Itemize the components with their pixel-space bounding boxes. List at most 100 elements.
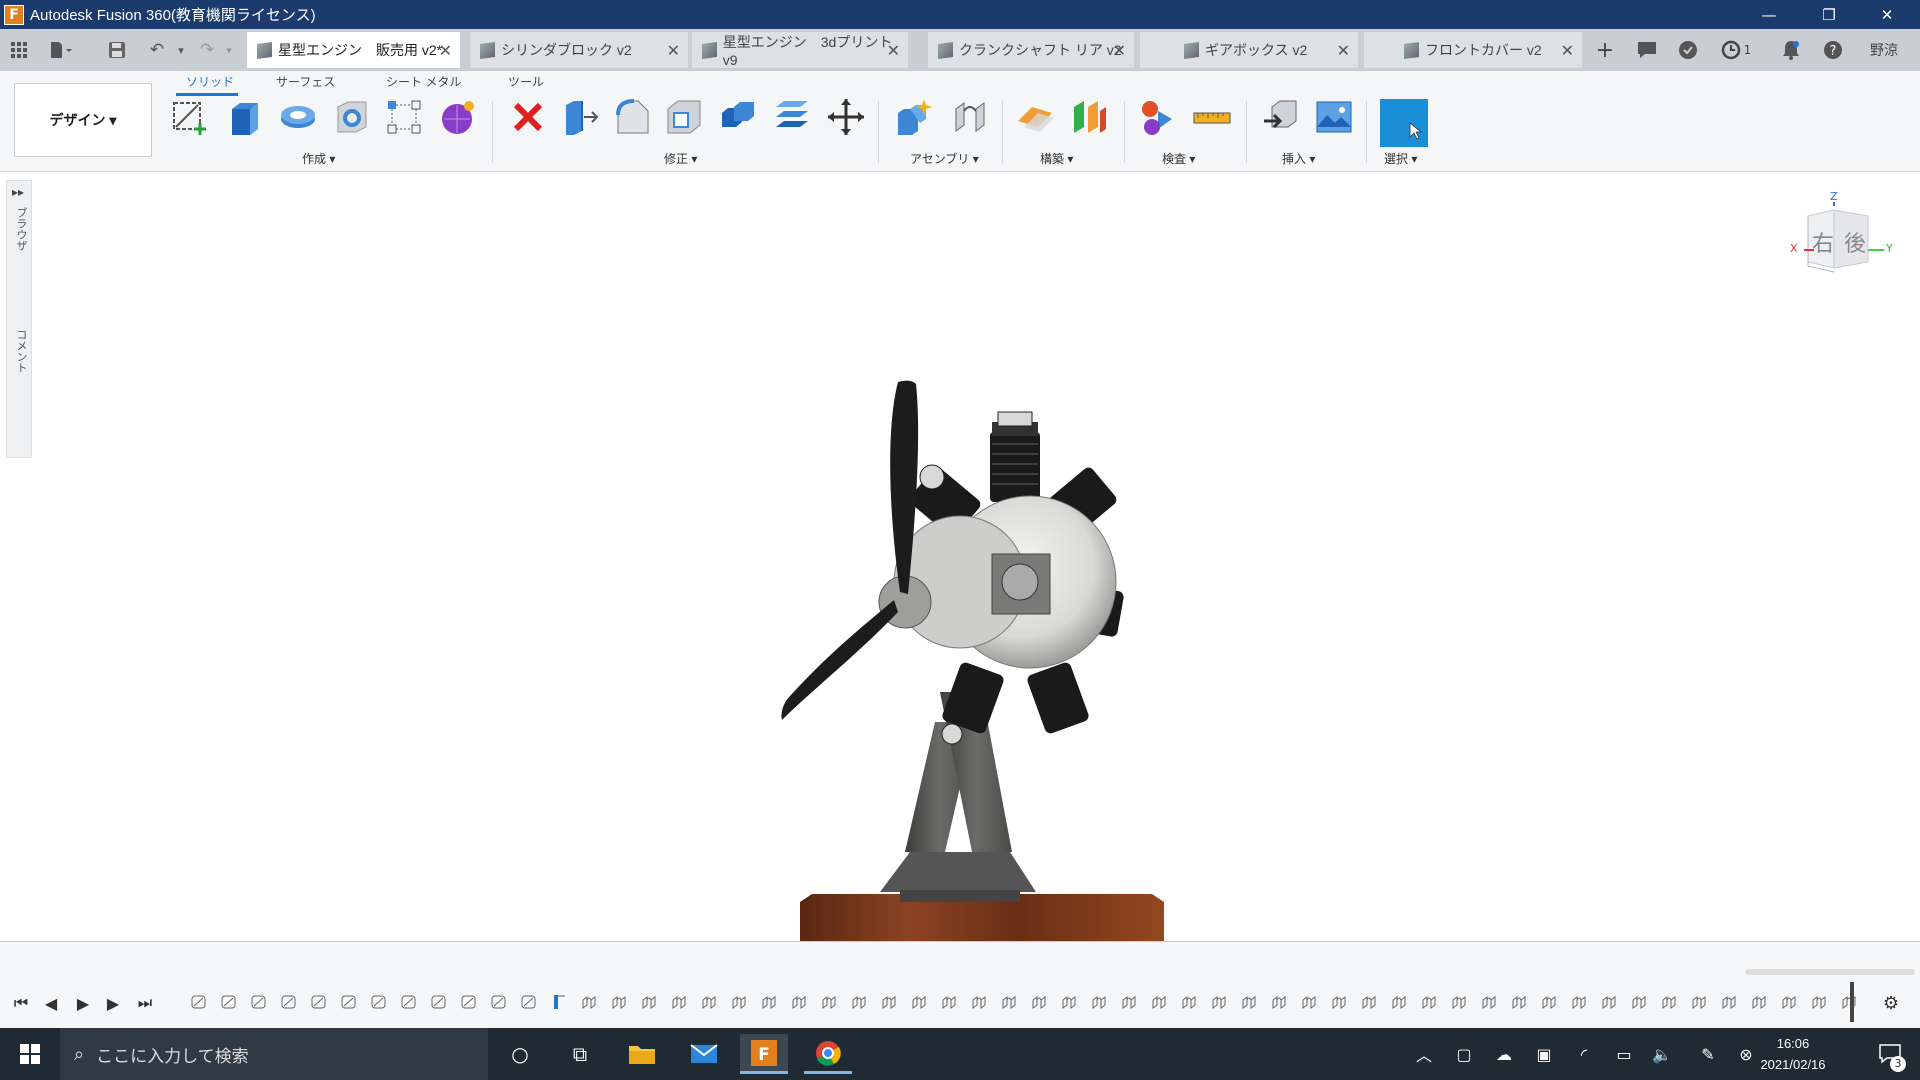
windows-start-icon[interactable]: [6, 1034, 54, 1074]
undo-dropdown-chevron-icon[interactable]: ▾: [168, 37, 194, 63]
tab-sheet-metal[interactable]: シート メタル: [386, 73, 461, 90]
timeline-feature-sketch-icon[interactable]: [248, 992, 270, 1012]
timeline-feature-joint-icon[interactable]: [878, 992, 900, 1012]
viewcube[interactable]: 右 後 X Y Z: [1790, 190, 1900, 290]
panel-expand-icon[interactable]: ▸▸: [12, 185, 24, 199]
select-tool-icon[interactable]: [1380, 99, 1428, 147]
pattern-icon[interactable]: [384, 97, 424, 137]
group-label-select[interactable]: 選択 ▾: [1384, 150, 1417, 167]
viewcube-face-right[interactable]: 右: [1812, 226, 1834, 258]
group-label-modify[interactable]: 修正 ▾: [664, 150, 697, 167]
battery-icon[interactable]: ▭: [1612, 1042, 1636, 1066]
timeline-feature-joint-icon[interactable]: [1148, 992, 1170, 1012]
timeline-feature-joint-icon[interactable]: [1628, 992, 1650, 1012]
joint-icon[interactable]: [950, 97, 990, 137]
timeline-feature-joint-icon[interactable]: [1058, 992, 1080, 1012]
tab-close-icon[interactable]: ✕: [887, 41, 900, 61]
tab-document-4[interactable]: クランクシャフト リア v2 ✕: [928, 32, 1134, 68]
extrude-icon[interactable]: [224, 97, 264, 137]
tab-close-icon[interactable]: ✕: [439, 41, 452, 61]
notifications-bell-icon[interactable]: [1778, 37, 1804, 63]
timeline-feature-joint-icon[interactable]: [1328, 992, 1350, 1012]
timeline-feature-sketch-icon[interactable]: [428, 992, 450, 1012]
timeline-next-icon[interactable]: ▶: [102, 992, 124, 1014]
insert-canvas-icon[interactable]: [1314, 97, 1354, 137]
timeline-feature-sketch-icon[interactable]: [518, 992, 540, 1012]
timeline-feature-joint-icon[interactable]: [728, 992, 750, 1012]
extensions-icon[interactable]: [1675, 37, 1701, 63]
offset-plane-icon[interactable]: [1016, 97, 1056, 137]
tray-app-icon[interactable]: ▣: [1532, 1042, 1556, 1066]
timeline-feature-joint-icon[interactable]: [1538, 992, 1560, 1012]
timeline-feature-sketch-icon[interactable]: [488, 992, 510, 1012]
group-label-insert[interactable]: 挿入 ▾: [1282, 150, 1315, 167]
volume-icon[interactable]: 🔈: [1650, 1042, 1674, 1066]
timeline-feature-joint-icon[interactable]: [1388, 992, 1410, 1012]
timeline-feature-joint-icon[interactable]: [1358, 992, 1380, 1012]
tab-document-1[interactable]: 星型エンジン 販売用 v2* ✕: [247, 32, 460, 68]
timeline-feature-joint-icon[interactable]: [638, 992, 660, 1012]
file-menu-icon[interactable]: [48, 37, 74, 63]
new-tab-plus-icon[interactable]: +: [1592, 37, 1618, 63]
timeline-feature-joint-icon[interactable]: [938, 992, 960, 1012]
tab-surface[interactable]: サーフェス: [276, 73, 335, 90]
timeline-feature-joint-icon[interactable]: [668, 992, 690, 1012]
cortana-circle-icon[interactable]: ○: [496, 1034, 544, 1074]
job-status-clock-icon[interactable]: 1: [1716, 37, 1756, 63]
timeline-feature-sketch-icon[interactable]: [458, 992, 480, 1012]
comments-chat-icon[interactable]: [1634, 37, 1660, 63]
group-label-assemble[interactable]: アセンブリ ▾: [910, 150, 979, 167]
combine-icon[interactable]: [718, 97, 758, 137]
timeline-feature-sketch-icon[interactable]: [308, 992, 330, 1012]
measure-icon[interactable]: [1192, 97, 1232, 137]
user-account-button[interactable]: 野涼: [1864, 37, 1904, 63]
timeline-feature-joint-icon[interactable]: [788, 992, 810, 1012]
timeline-feature-joint-icon[interactable]: [1238, 992, 1260, 1012]
tab-document-5[interactable]: ギアボックス v2 ✕: [1140, 32, 1358, 68]
timeline-feature-joint-icon[interactable]: [1088, 992, 1110, 1012]
onedrive-cloud-icon[interactable]: ☁: [1492, 1042, 1516, 1066]
fillet-icon[interactable]: [612, 97, 652, 137]
restore-button[interactable]: ❐: [1800, 0, 1858, 29]
timeline-feature-joint-icon[interactable]: [818, 992, 840, 1012]
insert-derive-icon[interactable]: [1260, 97, 1300, 137]
timeline-settings-gear-icon[interactable]: ⚙: [1880, 992, 1902, 1014]
close-button[interactable]: ✕: [1858, 0, 1916, 29]
timeline-feature-sketch-icon[interactable]: [398, 992, 420, 1012]
timeline-feature-joint-icon[interactable]: [1178, 992, 1200, 1012]
timeline-feature-joint-icon[interactable]: [1448, 992, 1470, 1012]
timeline-feature-joint-icon[interactable]: [1778, 992, 1800, 1012]
timeline-feature-sketch-icon[interactable]: [218, 992, 240, 1012]
task-view-icon[interactable]: ⧉: [556, 1034, 604, 1074]
mail-icon[interactable]: [680, 1034, 728, 1074]
timeline-feature-joint-icon[interactable]: [1568, 992, 1590, 1012]
timeline-feature-joint-icon[interactable]: [998, 992, 1020, 1012]
tab-tools[interactable]: ツール: [508, 73, 544, 90]
timeline-feature-joint-icon[interactable]: [1298, 992, 1320, 1012]
timeline-feature-joint-icon[interactable]: [548, 992, 570, 1012]
group-label-inspect[interactable]: 検査 ▾: [1162, 150, 1195, 167]
timeline-feature-joint-icon[interactable]: [1478, 992, 1500, 1012]
shell-icon[interactable]: [664, 97, 704, 137]
tab-close-icon[interactable]: ✕: [1113, 41, 1126, 61]
timeline-feature-joint-icon[interactable]: [758, 992, 780, 1012]
minimize-button[interactable]: —: [1740, 0, 1798, 29]
timeline-feature-joint-icon[interactable]: [968, 992, 990, 1012]
timeline-feature-sketch-icon[interactable]: [338, 992, 360, 1012]
press-pull-icon[interactable]: [560, 97, 600, 137]
tab-close-icon[interactable]: ✕: [1561, 41, 1574, 61]
timeline-feature-joint-icon[interactable]: [1508, 992, 1530, 1012]
create-form-icon[interactable]: [438, 97, 478, 137]
timeline-feature-joint-icon[interactable]: [578, 992, 600, 1012]
fusion-taskbar-icon[interactable]: F: [740, 1034, 788, 1074]
timeline-feature-joint-icon[interactable]: [1208, 992, 1230, 1012]
timeline-last-icon[interactable]: ⏭: [134, 992, 156, 1014]
undo-icon[interactable]: ↶: [144, 37, 170, 63]
tab-document-6[interactable]: フロントカバー v2 ✕: [1364, 32, 1582, 68]
timeline-feature-joint-icon[interactable]: [1028, 992, 1050, 1012]
timeline-feature-sketch-icon[interactable]: [188, 992, 210, 1012]
timeline-feature-joint-icon[interactable]: [1838, 992, 1860, 1012]
timeline-feature-joint-icon[interactable]: [1718, 992, 1740, 1012]
display-component-colors-icon[interactable]: [1138, 97, 1178, 137]
offset-face-icon[interactable]: [772, 97, 812, 137]
